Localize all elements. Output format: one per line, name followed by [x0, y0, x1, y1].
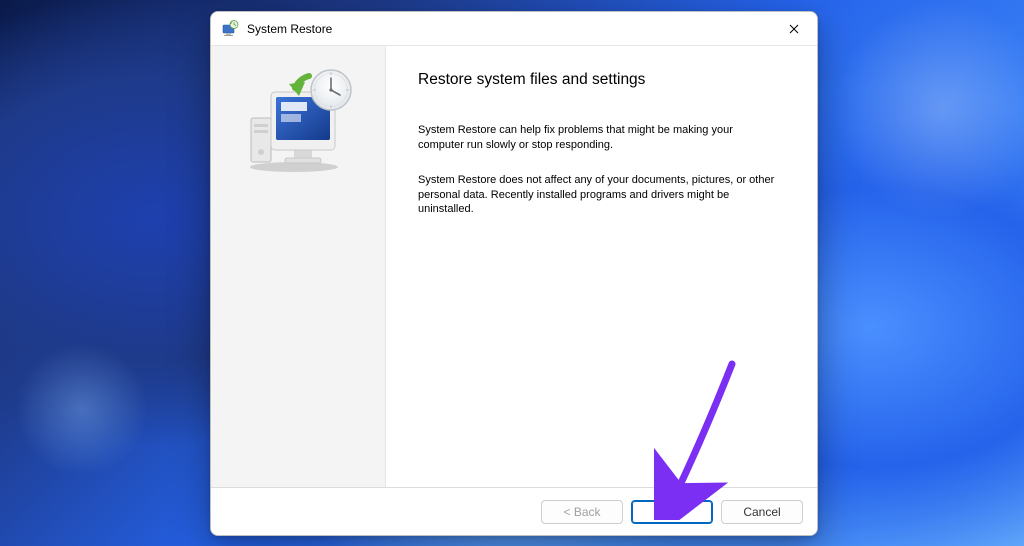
wizard-footer: < Back Next > Cancel [211, 488, 817, 535]
system-restore-illustration-icon [239, 68, 357, 173]
close-button[interactable] [771, 13, 817, 45]
window-title: System Restore [247, 22, 771, 36]
desktop-background: System Restore [0, 0, 1024, 546]
app-icon [221, 20, 239, 38]
wizard-sidebar [211, 46, 386, 487]
wizard-content: Restore system files and settings System… [386, 46, 817, 487]
intro-paragraph-2: System Restore does not affect any of yo… [418, 173, 778, 218]
page-heading: Restore system files and settings [418, 71, 785, 89]
titlebar[interactable]: System Restore [211, 12, 817, 45]
back-button: < Back [541, 500, 623, 524]
next-button[interactable]: Next > [631, 500, 713, 524]
cancel-button[interactable]: Cancel [721, 500, 803, 524]
close-icon [789, 24, 799, 34]
system-restore-dialog: System Restore [210, 11, 818, 536]
intro-paragraph-1: System Restore can help fix problems tha… [418, 123, 778, 153]
dialog-body: Restore system files and settings System… [211, 45, 817, 488]
